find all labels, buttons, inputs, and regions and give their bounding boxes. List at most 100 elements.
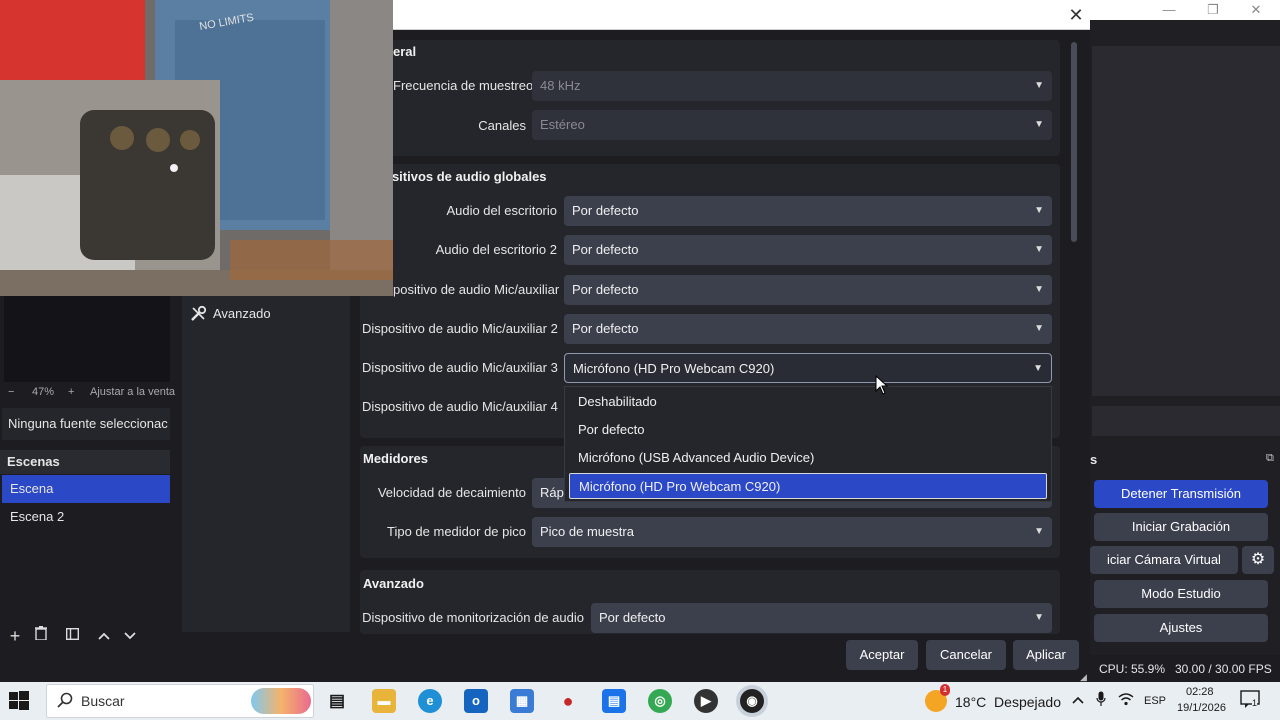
zoom-level: 47%	[32, 386, 55, 398]
zoom-out-button[interactable]: −	[8, 386, 14, 398]
media-player-icon[interactable]: ▶	[694, 689, 718, 713]
undock-icon[interactable]: ⧉	[1266, 452, 1274, 465]
dropdown-option[interactable]: Micrófono (USB Advanced Audio Device)	[569, 445, 1047, 471]
chevron-down-icon: ▼	[1034, 119, 1044, 130]
clock-time[interactable]: 02:28	[1186, 686, 1214, 698]
mic-aux-4-label: Dispositivo de audio Mic/auxiliar 4	[362, 399, 558, 414]
cpu-usage: CPU: 55.9%	[1099, 662, 1166, 676]
mic-aux-2-label: Dispositivo de audio Mic/auxiliar 2	[362, 321, 558, 336]
mouse-cursor-icon	[875, 374, 889, 395]
meters-group-title: Medidores	[363, 451, 429, 466]
peak-meter-type-select[interactable]: Pico de muestra ▼	[532, 517, 1052, 547]
file-explorer-icon[interactable]: ▬	[372, 689, 396, 713]
language-indicator[interactable]: ESP	[1144, 695, 1166, 707]
zoom-in-button[interactable]: +	[68, 386, 74, 398]
virtual-camera-settings-gear-icon[interactable]: ⚙	[1242, 546, 1274, 574]
settings-button[interactable]: Ajustes	[1094, 614, 1268, 642]
document-app-icon[interactable]: ▤	[602, 689, 626, 713]
clock-date[interactable]: 19/1/2026	[1177, 702, 1226, 714]
edge-browser-icon[interactable]: e	[418, 689, 442, 713]
search-icon	[57, 692, 73, 711]
source-preview	[4, 296, 170, 382]
studio-mode-button[interactable]: Modo Estudio	[1094, 580, 1268, 608]
close-window-button[interactable]: ✕	[1241, 0, 1271, 20]
channels-label: Canales	[478, 118, 526, 133]
chrome-icon[interactable]: ◎	[648, 689, 672, 713]
desktop-audio-2-label: Audio del escritorio 2	[435, 242, 557, 257]
zoom-fit-button[interactable]: Ajustar a la venta	[90, 386, 175, 398]
chevron-down-icon: ▼	[1034, 244, 1044, 255]
general-group-title: eral	[393, 44, 417, 59]
desktop-audio-select[interactable]: Por defecto ▼	[564, 196, 1052, 226]
stop-stream-button[interactable]: Detener Transmisión	[1094, 480, 1268, 508]
status-bar: CPU: 55.9% 30.00 / 30.00 FPS	[1090, 655, 1280, 682]
taskbar-search-input[interactable]: Buscar	[46, 684, 314, 718]
wrench-icon	[190, 305, 207, 325]
chevron-down-icon: ▼	[1033, 363, 1043, 374]
microsoft-store-icon[interactable]: ▦	[510, 689, 534, 713]
apply-button[interactable]: Aplicar	[1013, 640, 1079, 670]
sidebar-item-advanced[interactable]: Avanzado	[190, 302, 340, 326]
main-window-titlebar: — ❐ ✕	[1090, 0, 1280, 20]
mic-aux-3-select[interactable]: Micrófono (HD Pro Webcam C920) ▼	[564, 353, 1052, 383]
monitoring-device-value: Por defecto	[599, 610, 666, 625]
chevron-down-icon: ▼	[1034, 612, 1044, 623]
microphone-icon[interactable]	[1096, 691, 1106, 710]
task-view-icon[interactable]: ▤	[325, 689, 349, 713]
delete-scene-icon[interactable]	[29, 624, 53, 648]
cancel-button[interactable]: Cancelar	[926, 640, 1006, 670]
add-scene-icon[interactable]: +	[3, 624, 27, 648]
dropdown-option-selected[interactable]: Micrófono (HD Pro Webcam C920)	[569, 473, 1047, 499]
channels-select[interactable]: Estéreo ▼	[532, 110, 1052, 140]
dropdown-option[interactable]: Deshabilitado	[569, 389, 1047, 415]
red-app-icon[interactable]: ●	[556, 689, 580, 713]
zoom-controls: − 47% + Ajustar a la venta	[0, 384, 180, 402]
mic-aux-3-value: Micrófono (HD Pro Webcam C920)	[573, 361, 775, 376]
dialog-close-icon[interactable]: ✕	[1064, 3, 1088, 27]
chevron-down-icon: ▼	[1034, 205, 1044, 216]
decay-rate-value: Ráp	[540, 485, 564, 500]
search-placeholder: Buscar	[81, 693, 125, 709]
weather-badge: 1	[940, 684, 950, 696]
scene-item[interactable]: Escena	[2, 475, 170, 503]
weather-text[interactable]: 18°C Despejado	[955, 694, 1061, 710]
start-virtual-camera-button[interactable]: iciar Cámara Virtual	[1090, 546, 1238, 574]
mic-aux-select[interactable]: Por defecto ▼	[564, 275, 1052, 305]
move-scene-down-icon[interactable]	[118, 624, 142, 648]
tray-chevron-up-icon[interactable]	[1072, 692, 1084, 707]
start-recording-button[interactable]: Iniciar Grabación	[1094, 513, 1268, 541]
move-scene-up-icon[interactable]	[92, 624, 116, 648]
wifi-icon[interactable]	[1118, 692, 1134, 709]
ok-button[interactable]: Aceptar	[846, 640, 918, 670]
mic-aux-label: positivo de audio Mic/auxiliar	[393, 282, 560, 297]
sidebar-item-label: Avanzado	[213, 306, 271, 321]
mic-aux-2-select[interactable]: Por defecto ▼	[564, 314, 1052, 344]
dropdown-option[interactable]: Por defecto	[569, 417, 1047, 443]
scene-filters-icon[interactable]	[60, 624, 84, 648]
minimize-button[interactable]: —	[1154, 0, 1184, 20]
monitoring-device-select[interactable]: Por defecto ▼	[591, 603, 1052, 633]
scene-item[interactable]: Escena 2	[2, 503, 170, 531]
controls-dock-header: s ⧉	[1090, 450, 1280, 470]
peak-meter-type-value: Pico de muestra	[540, 524, 634, 539]
decay-rate-label: Velocidad de decaimiento	[377, 485, 526, 500]
obs-studio-icon[interactable]: ◉	[740, 689, 764, 713]
monitoring-device-label: Dispositivo de monitorización de audio	[362, 610, 584, 625]
sample-rate-value: 48 kHz	[540, 78, 581, 93]
mic-aux-value: Por defecto	[572, 282, 639, 297]
chevron-down-icon: ▼	[1034, 323, 1044, 334]
sample-rate-select[interactable]: 48 kHz ▼	[532, 71, 1052, 101]
outlook-icon[interactable]: o	[464, 689, 488, 713]
preview-strip	[1092, 406, 1280, 436]
scene-toolbar: +	[0, 624, 170, 648]
webcam-overlay-image: NO LIMITS	[0, 0, 393, 296]
controls-dock-title: s	[1090, 452, 1098, 467]
settings-scrollbar-thumb[interactable]	[1071, 42, 1077, 242]
no-source-selected-label: Ninguna fuente seleccionac	[2, 408, 170, 440]
sample-rate-label: Frecuencia de muestreo	[393, 78, 534, 93]
program-preview	[1092, 46, 1280, 396]
windows-start-icon[interactable]	[8, 690, 30, 712]
desktop-audio-2-select[interactable]: Por defecto ▼	[564, 235, 1052, 265]
maximize-button[interactable]: ❐	[1198, 0, 1228, 20]
scenes-dock-title: Escenas	[0, 450, 170, 474]
